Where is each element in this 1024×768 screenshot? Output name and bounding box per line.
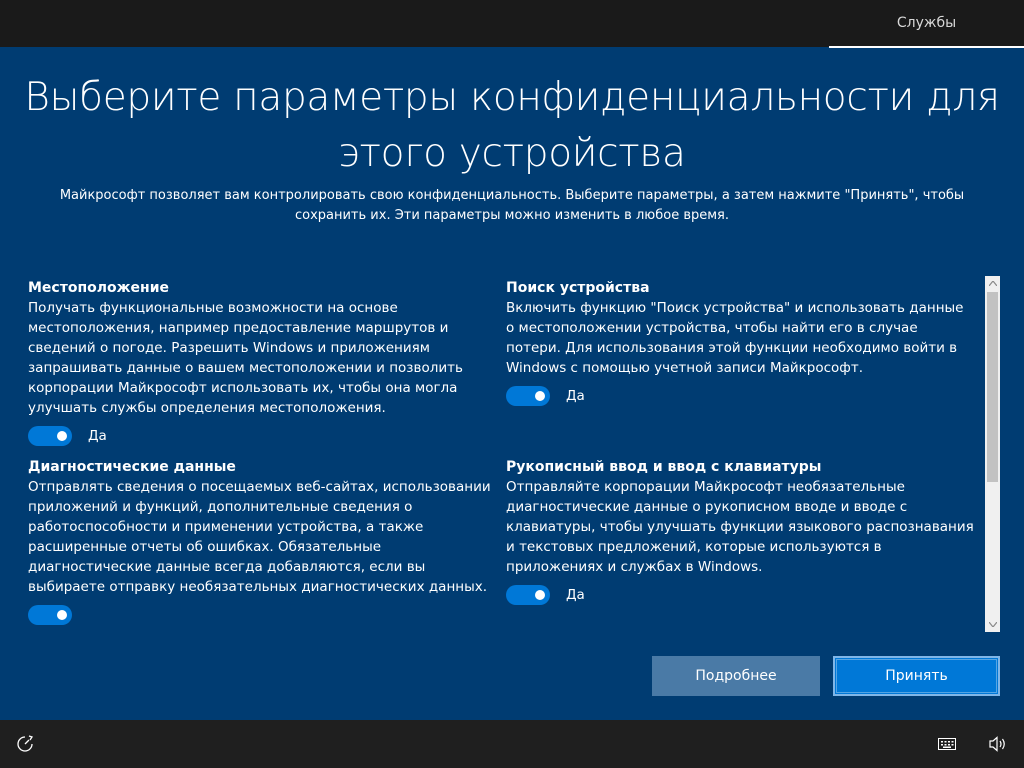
tab-services[interactable]: Службы <box>829 0 1024 48</box>
toggle-knob <box>57 610 67 620</box>
scroll-down-arrow-icon[interactable] <box>985 617 1000 632</box>
page-title: Выберите параметры конфиденциальности дл… <box>0 70 1024 182</box>
find-device-toggle[interactable] <box>506 386 550 406</box>
setting-find-device: Поиск устройства Включить функцию "Поиск… <box>506 278 976 406</box>
settings-list: Местоположение Получать функциональные в… <box>0 276 1000 632</box>
page-subtitle-line1: Майкрософт позволяет вам контролировать … <box>59 188 965 203</box>
setting-title: Рукописный ввод и ввод с клавиатуры <box>506 459 822 475</box>
toggle-knob <box>535 590 545 600</box>
more-info-button[interactable]: Подробнее <box>652 656 820 696</box>
page-title-line1: Выберите параметры конфиденциальности дл… <box>24 75 1000 120</box>
diagnostics-toggle[interactable] <box>28 605 72 625</box>
page-subtitle: Майкрософт позволяет вам контролировать … <box>40 186 984 226</box>
setting-description: Отправляйте корпорации Майкрософт необяз… <box>506 479 974 575</box>
toggle-label: Да <box>566 587 585 603</box>
accessibility-icon[interactable] <box>15 734 35 754</box>
settings-scrollbar[interactable] <box>985 276 1000 632</box>
volume-icon[interactable] <box>988 734 1008 754</box>
toggle-label: Да <box>566 388 585 404</box>
toggle-label: Да <box>88 428 107 444</box>
setting-description: Отправлять сведения о посещаемых веб-сай… <box>28 479 491 595</box>
setting-inking-typing: Рукописный ввод и ввод с клавиатуры Отпр… <box>506 457 976 605</box>
setting-diagnostics: Диагностические данные Отправлять сведен… <box>28 457 498 625</box>
bottom-bar <box>0 720 1024 768</box>
setting-title: Местоположение <box>28 280 170 296</box>
location-toggle[interactable] <box>28 426 72 446</box>
scrollbar-thumb[interactable] <box>987 292 998 482</box>
toggle-knob <box>535 391 545 401</box>
setting-description: Включить функцию "Поиск устройства" и ис… <box>506 300 964 376</box>
top-bar: Службы <box>0 0 1024 48</box>
accept-button[interactable]: Принять <box>833 656 1000 696</box>
inking-typing-toggle[interactable] <box>506 585 550 605</box>
page-title-line2: этого устройства <box>338 131 686 176</box>
page-subtitle-line2: сохранить их. Эти параметры можно измени… <box>294 208 730 223</box>
keyboard-icon[interactable] <box>937 734 957 754</box>
setting-title: Поиск устройства <box>506 280 650 296</box>
toggle-knob <box>57 431 67 441</box>
setting-description: Получать функциональные возможности на о… <box>28 300 463 416</box>
setting-location: Местоположение Получать функциональные в… <box>28 278 498 446</box>
setting-title: Диагностические данные <box>28 459 236 475</box>
scroll-up-arrow-icon[interactable] <box>985 276 1000 291</box>
